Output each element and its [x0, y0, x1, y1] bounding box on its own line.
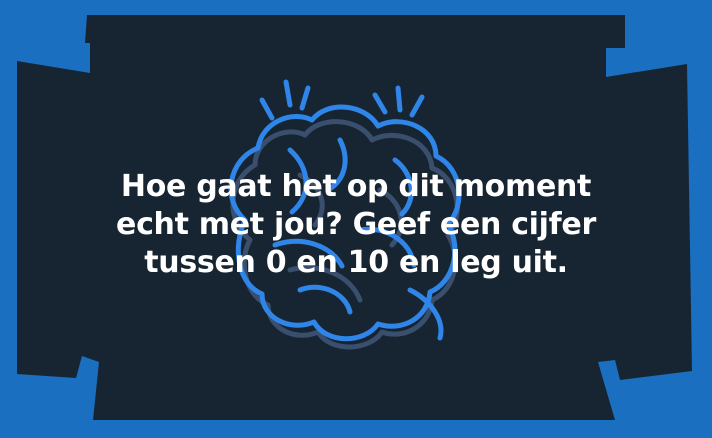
question-card: Hoe gaat het op dit moment echt met jou?… — [0, 0, 712, 438]
question-text: Hoe gaat het op dit moment echt met jou?… — [116, 169, 596, 280]
